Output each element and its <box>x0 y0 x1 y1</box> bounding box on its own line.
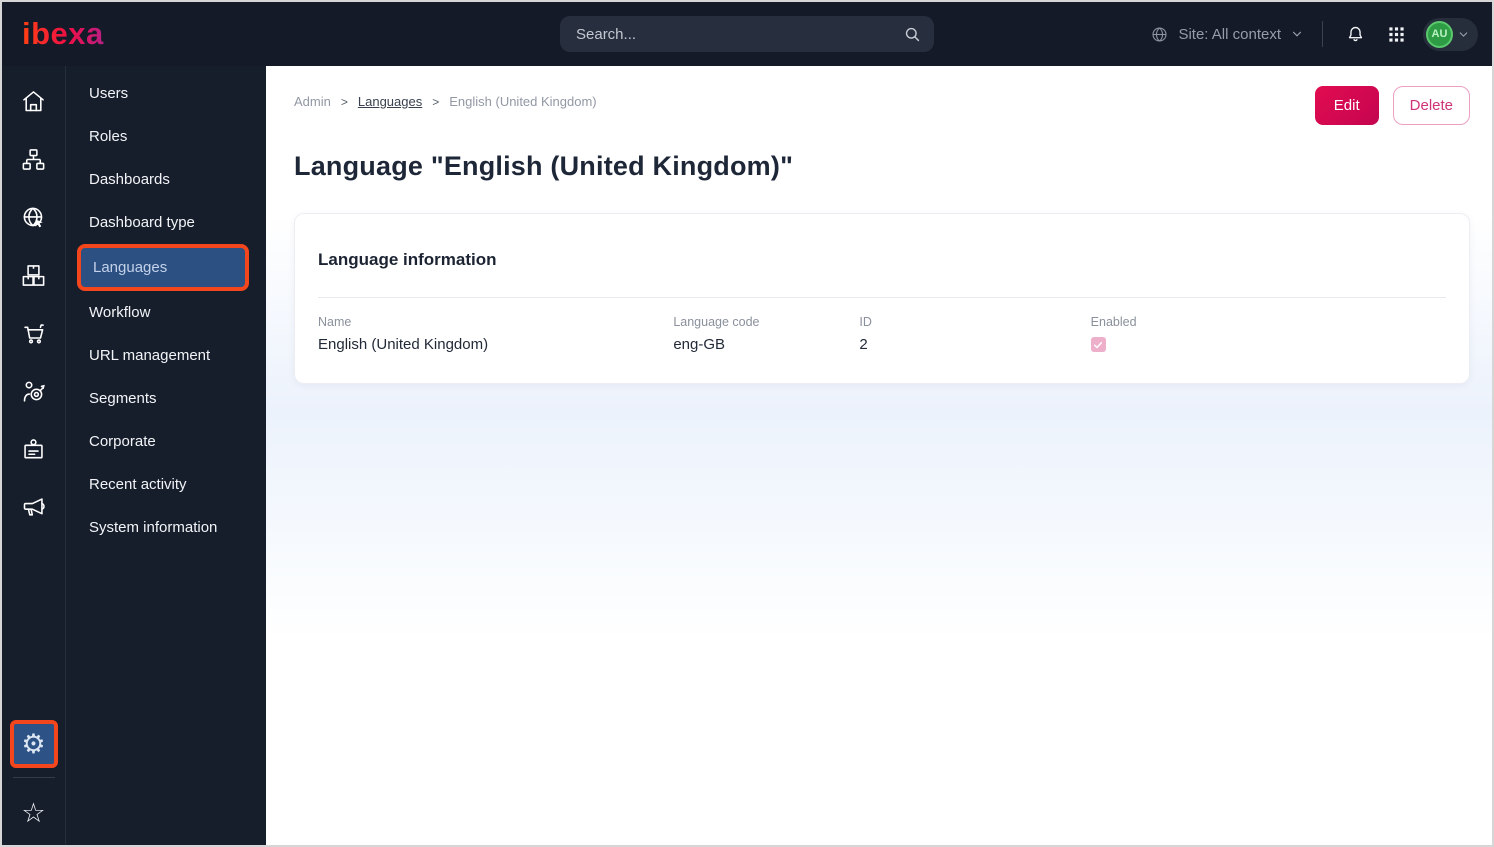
field-enabled: Enabled <box>1090 315 1446 353</box>
sidebar-item-recent-activity[interactable]: Recent activity <box>66 463 266 506</box>
chevron-down-icon <box>1457 28 1470 41</box>
globe-pointer-icon <box>20 204 47 231</box>
audience-target-icon <box>20 378 47 405</box>
breadcrumb: Admin > Languages > English (United King… <box>294 94 597 109</box>
topbar-right-cluster: Site: All context AU <box>1150 2 1478 66</box>
field-label: Language code <box>673 315 760 329</box>
search-input[interactable] <box>576 25 903 43</box>
sidebar-item-dashboards[interactable]: Dashboards <box>66 158 266 201</box>
apps-grid-icon <box>1387 25 1406 44</box>
edit-button[interactable]: Edit <box>1314 86 1379 125</box>
sidebar-item-system-information[interactable]: System information <box>66 506 266 549</box>
rail-item-admin-settings[interactable]: ⚙ <box>9 720 58 768</box>
chevron-down-icon <box>1290 27 1304 41</box>
breadcrumb-separator: > <box>340 94 348 109</box>
field-id: ID 2 <box>859 315 1090 353</box>
megaphone-icon <box>20 494 47 521</box>
rail-item-content[interactable] <box>2 130 65 188</box>
avatar[interactable]: AU <box>1426 20 1453 48</box>
field-value: eng-GB <box>673 336 726 353</box>
field-value: 2 <box>859 336 868 353</box>
global-search[interactable] <box>560 16 934 52</box>
delete-button[interactable]: Delete <box>1392 86 1470 125</box>
search-icon[interactable] <box>903 25 922 44</box>
field-name: Name English (United Kingdom) <box>318 315 673 353</box>
field-label: ID <box>859 315 872 329</box>
breadcrumb-languages-link[interactable]: Languages <box>358 94 422 109</box>
gear-icon: ⚙ <box>21 728 46 760</box>
field-language-code: Language code eng-GB <box>673 315 859 353</box>
rail-bottom-group: ⚙ ☆ <box>2 720 65 845</box>
globe-icon <box>1150 25 1169 44</box>
sidebar-item-languages[interactable]: Languages <box>77 244 249 291</box>
apps-grid-button[interactable] <box>1383 21 1410 48</box>
topbar-divider <box>1322 21 1323 47</box>
site-context-label: Site: All context <box>1178 25 1281 43</box>
sidebar-item-corporate[interactable]: Corporate <box>66 420 266 463</box>
language-fields: Name English (United Kingdom) Language c… <box>318 315 1446 353</box>
rail-item-home[interactable] <box>2 72 65 130</box>
field-label: Name <box>318 315 352 329</box>
checkmark-icon <box>1093 340 1103 350</box>
rail-item-commerce[interactable] <box>2 304 65 362</box>
field-label: Enabled <box>1090 315 1137 329</box>
breadcrumb-admin[interactable]: Admin <box>294 94 331 109</box>
rail-item-corporate[interactable] <box>2 420 65 478</box>
icon-rail: ⚙ ☆ <box>2 66 66 845</box>
sidebar-item-workflow[interactable]: Workflow <box>66 291 266 334</box>
rail-item-customers[interactable] <box>2 362 65 420</box>
cart-icon <box>20 320 47 347</box>
rail-item-site[interactable] <box>2 188 65 246</box>
app-window: ibexa Site: All context <box>0 0 1494 847</box>
rail-divider <box>12 777 55 778</box>
ibexa-logo[interactable]: ibexa <box>22 16 104 52</box>
sidebar-item-url-management[interactable]: URL management <box>66 334 266 377</box>
star-icon: ☆ <box>21 797 46 829</box>
breadcrumb-separator: > <box>432 94 440 109</box>
enabled-checkbox-checked <box>1090 337 1106 352</box>
topbar: ibexa Site: All context <box>2 2 1492 66</box>
badge-icon <box>20 436 47 463</box>
sidebar-item-users[interactable]: Users <box>66 72 266 115</box>
sidebar-item-roles[interactable]: Roles <box>66 115 266 158</box>
page-actions: Edit Delete <box>1314 86 1470 125</box>
user-menu[interactable]: AU <box>1423 17 1478 51</box>
bell-icon <box>1345 24 1366 45</box>
language-information-card: Language information Name English (Unite… <box>294 213 1470 384</box>
breadcrumb-current: English (United Kingdom) <box>449 94 597 109</box>
products-icon <box>20 262 47 289</box>
site-context-selector[interactable]: Site: All context <box>1150 25 1304 44</box>
sidebar-item-dashboard-type[interactable]: Dashboard type <box>66 201 266 244</box>
card-divider <box>318 297 1446 298</box>
rail-item-products[interactable] <box>2 246 65 304</box>
rail-item-bookmarks[interactable]: ☆ <box>2 787 65 839</box>
sitemap-icon <box>20 146 47 173</box>
main-content: Admin > Languages > English (United King… <box>266 66 1492 845</box>
card-title: Language information <box>318 250 497 269</box>
rail-item-marketing[interactable] <box>2 478 65 536</box>
sidebar-item-segments[interactable]: Segments <box>66 377 266 420</box>
admin-sidebar: Users Roles Dashboards Dashboard type La… <box>66 66 266 845</box>
field-value: English (United Kingdom) <box>318 336 489 353</box>
notifications-button[interactable] <box>1341 20 1370 49</box>
home-icon <box>20 88 47 115</box>
page-title: Language "English (United Kingdom)" <box>294 151 794 181</box>
